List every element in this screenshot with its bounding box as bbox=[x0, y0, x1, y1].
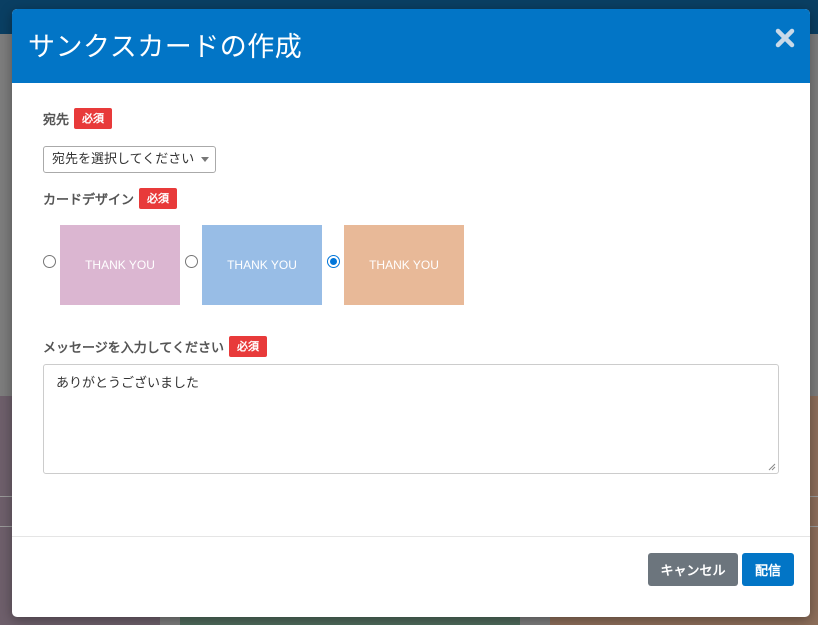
recipient-label: 宛先 bbox=[43, 113, 70, 128]
message-label-row: メッセージを入力してください 必須 bbox=[43, 336, 267, 357]
required-badge: 必須 bbox=[74, 108, 113, 129]
message-text: ありがとうございました bbox=[56, 376, 200, 391]
required-badge: 必須 bbox=[228, 336, 267, 357]
chevron-down-icon bbox=[201, 157, 209, 162]
message-textarea[interactable]: ありがとうございました bbox=[43, 364, 779, 474]
design-radio-3[interactable] bbox=[327, 255, 340, 268]
design-label-row: カードデザイン 必須 bbox=[43, 188, 178, 209]
send-button[interactable]: 配信 bbox=[742, 553, 794, 586]
cancel-button[interactable]: キャンセル bbox=[648, 553, 738, 586]
close-icon[interactable] bbox=[774, 27, 796, 49]
design-card-pink[interactable]: THANK YOU bbox=[60, 225, 180, 305]
modal-footer: キャンセル 配信 bbox=[12, 536, 810, 617]
recipient-label-row: 宛先 必須 bbox=[43, 108, 113, 129]
design-card-orange[interactable]: THANK YOU bbox=[344, 225, 464, 305]
modal-title: サンクスカードの作成 bbox=[28, 32, 303, 63]
design-label: カードデザイン bbox=[43, 193, 135, 208]
recipient-select-value: 宛先を選択してください bbox=[52, 152, 195, 167]
design-radio-2[interactable] bbox=[185, 255, 198, 268]
required-badge: 必須 bbox=[139, 188, 178, 209]
modal-header: サンクスカードの作成 bbox=[12, 9, 810, 83]
recipient-select[interactable]: 宛先を選択してください bbox=[43, 146, 216, 173]
resize-grip-icon[interactable] bbox=[768, 463, 776, 471]
design-radio-1[interactable] bbox=[43, 255, 56, 268]
design-card-blue[interactable]: THANK YOU bbox=[202, 225, 322, 305]
thanks-card-modal: サンクスカードの作成 宛先 必須 宛先を選択してください カードデザイン 必須 … bbox=[12, 9, 810, 617]
message-label: メッセージを入力してください bbox=[43, 341, 224, 356]
